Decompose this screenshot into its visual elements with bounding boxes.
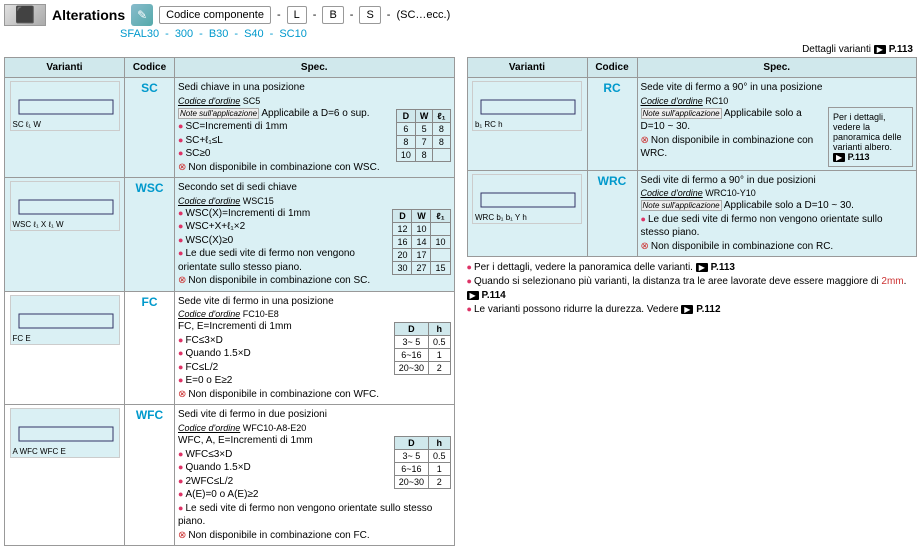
table-row: SC ℓ₁ WSCSedi chiave in una posizioneCod… (5, 78, 455, 178)
variant-diagram: SC ℓ₁ W (10, 81, 120, 131)
footer-note: Quando si selezionano più varianti, la d… (467, 275, 918, 303)
mini-data-table: DWℓ₁12101614102017302715 (392, 209, 450, 275)
note-line: Le sedi vite di fermo non vengono orient… (178, 502, 451, 529)
exclusion-line: Non disponibile in combinazione con SC. (178, 274, 451, 288)
diagram-cell: b₁ RC h (467, 78, 587, 171)
header-row: ⬛ Alterations ✎ Codice componente - L - … (0, 0, 921, 26)
th-varianti: Varianti (5, 58, 125, 78)
rule-line: E=0 o E≥2 (178, 374, 451, 388)
variant-diagram: FC E (10, 295, 120, 345)
diagram-cell: FC E (5, 291, 125, 405)
exclusion-line: Non disponibile in combinazione con WFC. (178, 388, 451, 402)
alterations-label: Alterations (52, 7, 125, 23)
diagram-cell: WSC ℓ₁ X ℓ₁ W (5, 178, 125, 292)
table-row: FC EFCSede vite di fermo in una posizion… (5, 291, 455, 405)
variant-code: SC (125, 78, 175, 178)
page-ref-icon: ▶ (874, 45, 886, 54)
example-base: SFAL30 (120, 28, 159, 40)
variants-table-right: Varianti Codice Spec. b₁ RC hRC Sede vite… (467, 57, 918, 257)
variant-code: WSC (125, 178, 175, 292)
order-code-line: Codice d'ordine WFC10-A8-E20 (178, 422, 451, 434)
left-column: Varianti Codice Spec. SC ℓ₁ WSCSedi chia… (4, 57, 455, 546)
order-code-line: Codice d'ordine WRC10-Y10 (641, 187, 914, 199)
spec-title: Sede vite di fermo a 90° in una posizion… (641, 81, 914, 95)
shaft-icon: ⬛ (4, 4, 46, 26)
spec-title: Sedi vite di fermo a 90° in due posizion… (641, 174, 914, 188)
footer-notes: Per i dettagli, vedere la panoramica del… (467, 261, 918, 317)
rule-line: A(E)=0 o A(E)≥2 (178, 488, 451, 502)
exclusion-line: Non disponibile in combinazione con FC. (178, 529, 451, 543)
exclusion-line: Non disponibile in combinazione con RC. (641, 240, 914, 254)
example-SC: SC10 (279, 28, 307, 40)
variant-diagram: A WFC WFC E (10, 408, 120, 458)
variant-diagram: b₁ RC h (472, 81, 582, 131)
order-code-line: Codice d'ordine FC10-E8 (178, 308, 451, 320)
spec-cell: Sedi chiave in una posizioneCodice d'ord… (175, 78, 455, 178)
order-code-line: Codice d'ordine WSC15 (178, 195, 451, 207)
detail-variants-link: Dettagli varianti ▶ P.113 (0, 44, 921, 57)
spec-cell: Sedi vite di fermo a 90° in due posizion… (637, 170, 917, 257)
variant-code: WFC (125, 405, 175, 546)
diagram-cell: WRC b₁ b₁ Y h (467, 170, 587, 257)
mini-data-table: Dh3~ 50.56~16120~302 (394, 322, 451, 375)
th-codice-r: Codice (587, 58, 637, 78)
alteration-icon: ✎ (131, 4, 153, 26)
spec-title: Sedi vite di fermo in due posizioni (178, 408, 451, 422)
pattern-L: L (287, 6, 307, 24)
spec-cell: Secondo set di sedi chiaveCodice d'ordin… (175, 178, 455, 292)
mini-data-table: Dh3~ 50.56~16120~302 (394, 436, 451, 489)
pattern-B: B (322, 6, 343, 24)
variants-table-left: Varianti Codice Spec. SC ℓ₁ WSCSedi chia… (4, 57, 455, 546)
right-column: Varianti Codice Spec. b₁ RC hRC Sede vite… (467, 57, 918, 317)
th-varianti-r: Varianti (467, 58, 587, 78)
variant-diagram: WSC ℓ₁ X ℓ₁ W (10, 181, 120, 231)
code-component-label: Codice componente (159, 6, 271, 24)
th-codice: Codice (125, 58, 175, 78)
spec-title: Sedi chiave in una posizione (178, 81, 451, 95)
example-L: 300 (175, 28, 193, 40)
footer-note: Le varianti possono ridurre la durezza. … (467, 303, 918, 317)
pattern-S: S (359, 6, 380, 24)
mini-data-table: DWℓ₁658878108 (396, 109, 451, 162)
order-code-line: Codice d'ordine RC10 (641, 95, 914, 107)
spec-title: Secondo set di sedi chiave (178, 181, 451, 195)
detail-sidebox: Per i dettagli, vedere la panoramica del… (828, 107, 913, 167)
table-row: A WFC WFC EWFCSedi vite di fermo in due … (5, 405, 455, 546)
spec-cell: Sede vite di fermo a 90° in una posizion… (637, 78, 917, 171)
spec-title: Sede vite di fermo in una posizione (178, 295, 451, 309)
spec-cell: Sede vite di fermo in una posizioneCodic… (175, 291, 455, 405)
example-B: B30 (209, 28, 229, 40)
th-spec-r: Spec. (637, 58, 917, 78)
table-row: WRC b₁ b₁ Y hWRC Sedi vite di fermo a 90°… (467, 170, 917, 257)
variant-code: RC (587, 78, 637, 171)
table-row: WSC ℓ₁ X ℓ₁ WWSCSecondo set di sedi chia… (5, 178, 455, 292)
diagram-cell: SC ℓ₁ W (5, 78, 125, 178)
example-row: SFAL30 - 300 - B30 - S40 - SC10 (0, 26, 921, 44)
pattern-suffix: (SC…ecc.) (396, 9, 450, 21)
spec-cell: Sedi vite di fermo in due posizioniCodic… (175, 405, 455, 546)
note-line: Le due sedi vite di fermo non vengono or… (641, 213, 914, 240)
order-code-line: Codice d'ordine SC5 (178, 95, 451, 107)
footer-note: Per i dettagli, vedere la panoramica del… (467, 261, 918, 275)
variant-code: WRC (587, 170, 637, 257)
diagram-cell: A WFC WFC E (5, 405, 125, 546)
variant-diagram: WRC b₁ b₁ Y h (472, 174, 582, 224)
th-spec: Spec. (175, 58, 455, 78)
variant-code: FC (125, 291, 175, 405)
table-row: b₁ RC hRC Sede vite di fermo a 90° in una… (467, 78, 917, 171)
exclusion-line: Non disponibile in combinazione con WSC. (178, 161, 451, 175)
example-S: S40 (244, 28, 264, 40)
